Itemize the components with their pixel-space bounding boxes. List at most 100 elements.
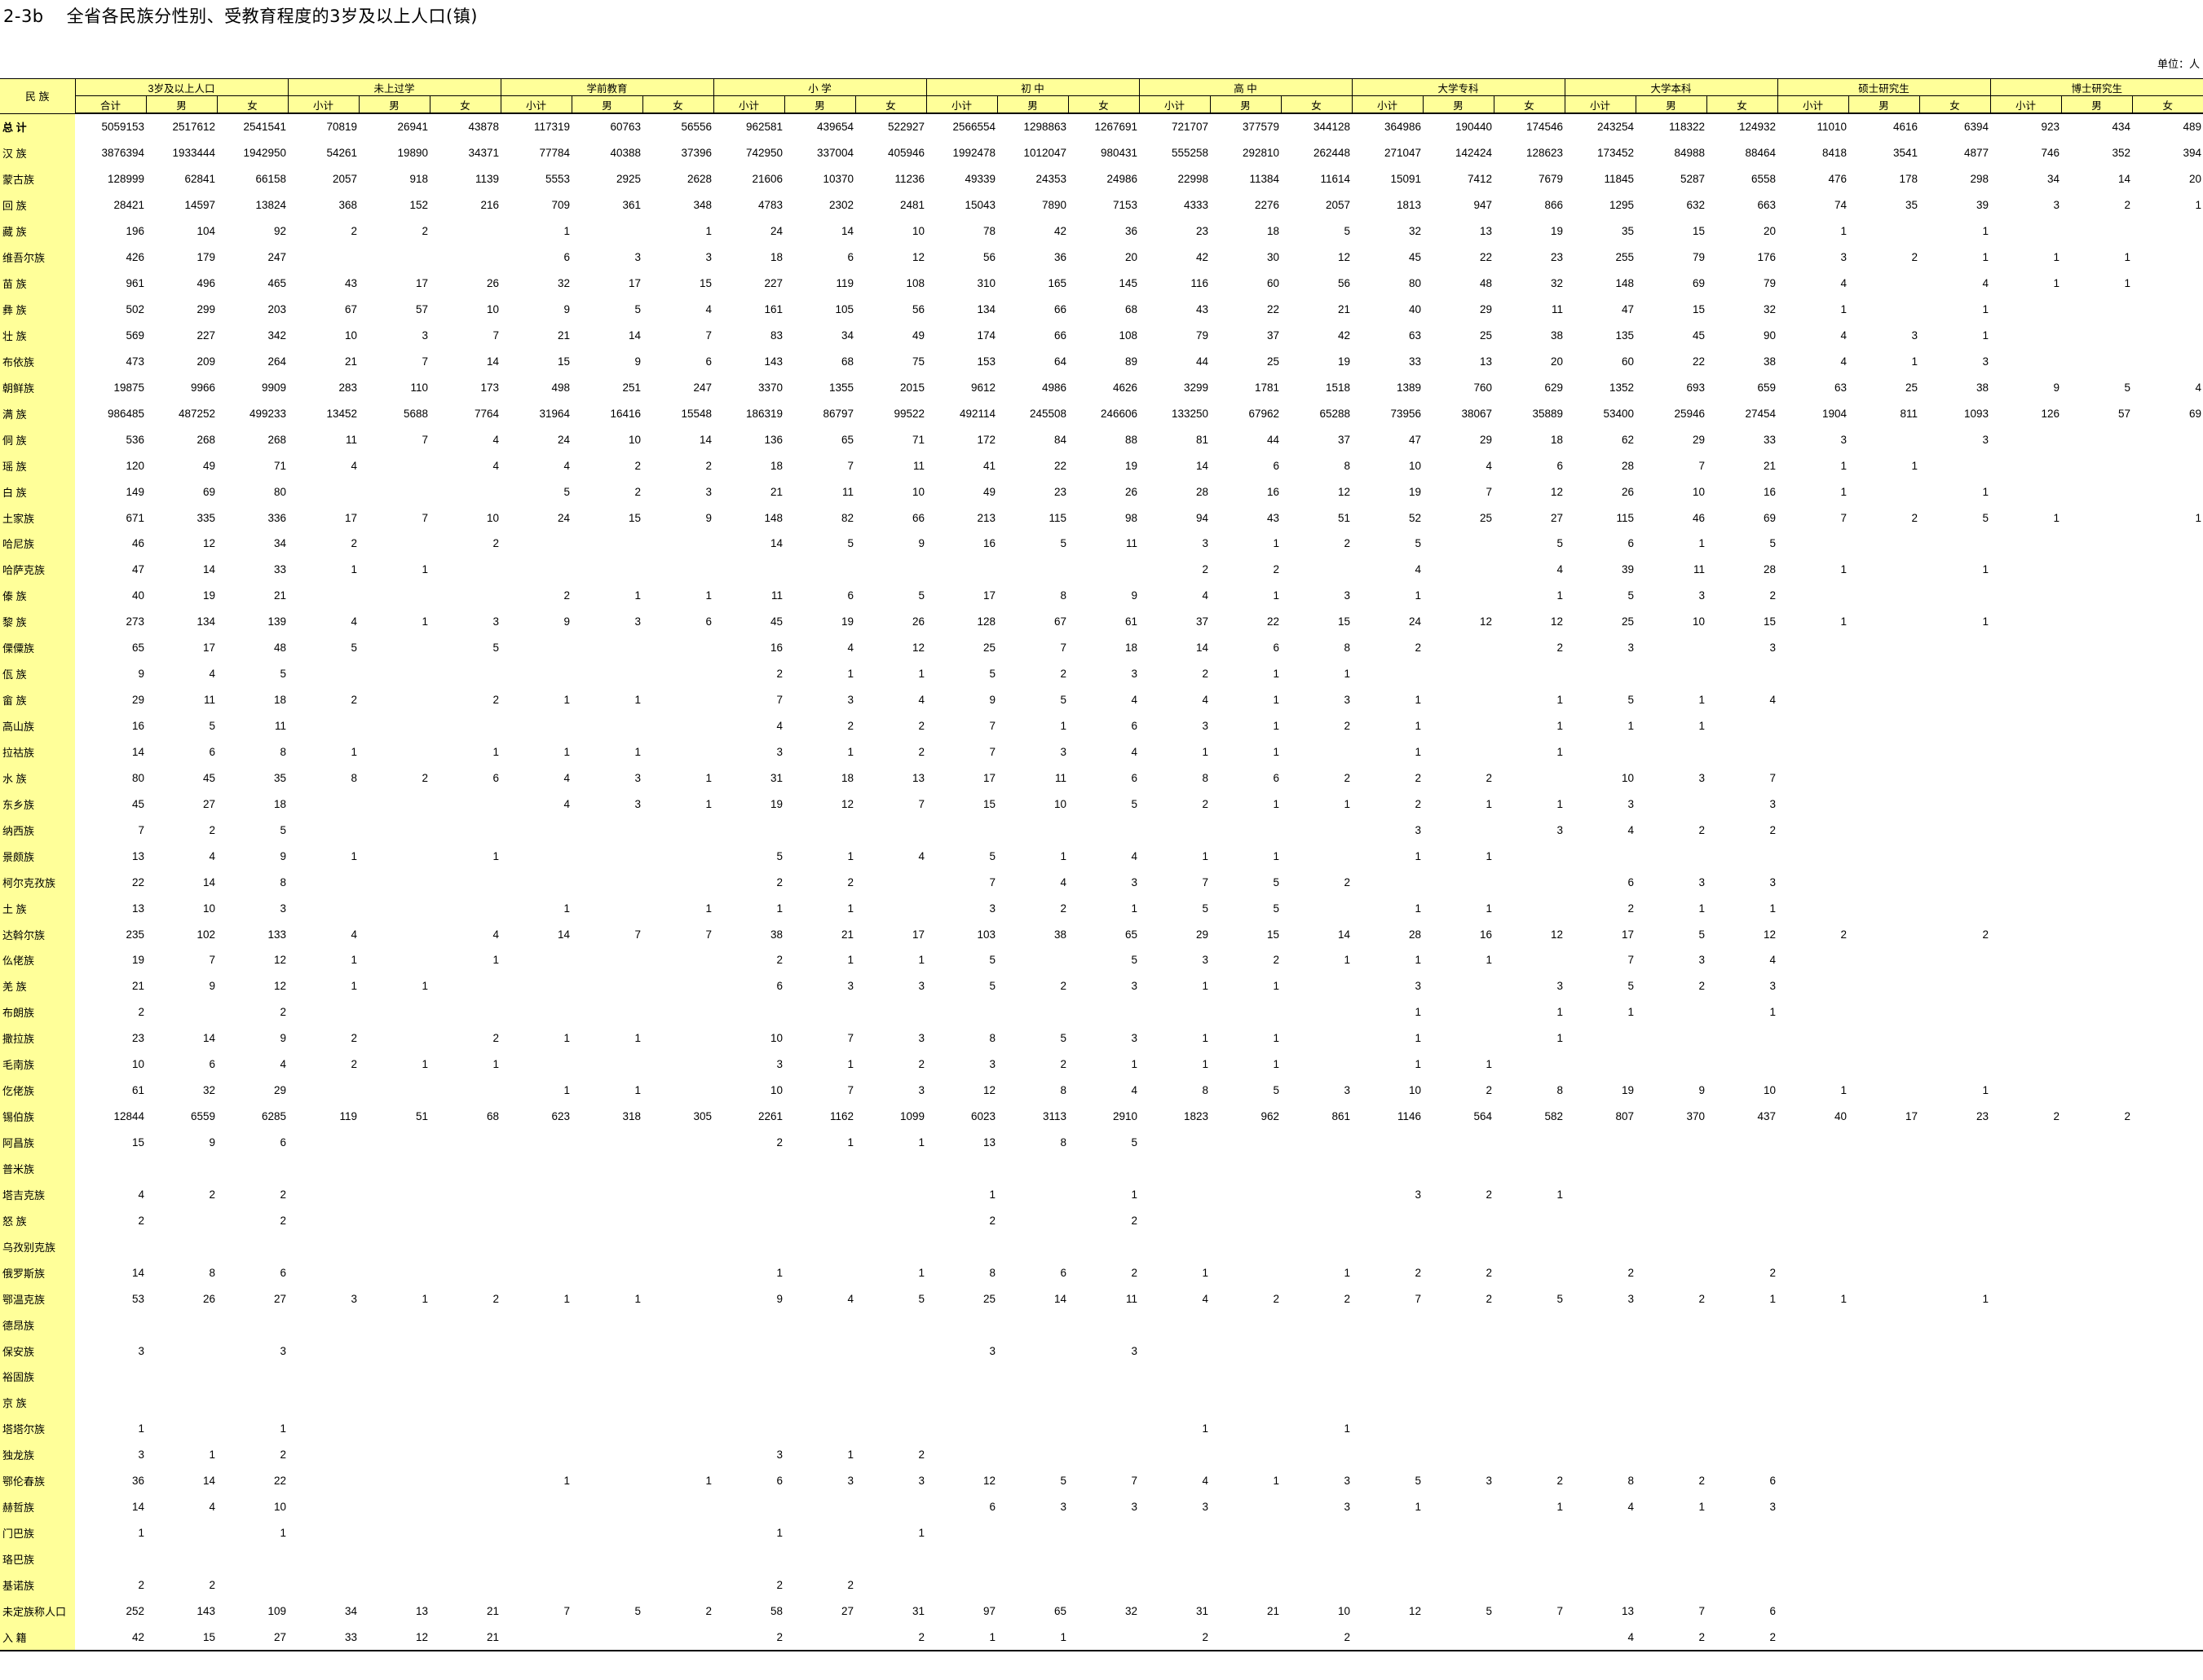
table-cell: 2 [989,1214,996,1227]
table-cell [1848,791,1919,817]
table-cell: 235 [126,928,144,941]
table-cell [1990,635,2061,661]
table-cell: 2 [847,1578,854,1591]
table-cell: 4 [1840,277,1847,290]
table-cell [2132,687,2203,713]
table-cell: 9 [1698,1084,1705,1097]
table-cell: 1 [847,1449,854,1462]
table-cell: 18 [273,797,286,810]
table-cell: 3 [918,980,925,993]
table-cell: 11 [345,433,357,446]
table-cell [1919,791,1990,817]
table-cell: 1 [2053,277,2060,290]
table-cell: 31 [770,771,783,784]
table-cell [501,1312,572,1338]
table-cell: 3 [847,1475,854,1488]
header-sub: 女 [216,95,288,114]
table-cell: 1 [1486,797,1492,810]
table-cell: 19 [841,615,854,628]
table-cell: 1 [1415,1058,1421,1071]
table-cell: 22 [1692,355,1705,368]
table-cell: 629 [1544,381,1563,394]
table-cell: 5 [209,720,215,733]
table-cell [359,1416,430,1442]
table-cell: 19 [770,797,783,810]
table-cell: 4616 [1892,121,1918,134]
table-cell: 3 [1344,694,1350,707]
table-cell [501,635,572,661]
table-cell [1848,635,1919,661]
table-cell: 3 [1627,1292,1634,1305]
table-cell: 1 [563,1084,570,1097]
table-cell [1139,999,1210,1025]
table-cell [2061,1572,2132,1598]
table-cell [2132,947,2203,973]
table-cell: 3 [1698,589,1705,602]
row-label: 鄂伦春族 [0,1467,75,1494]
table-cell: 3 [1131,1501,1137,1514]
table-cell: 2261 [757,1110,783,1123]
table-cell: 28 [1763,563,1776,576]
table-cell: 268 [267,433,286,446]
table-cell [784,1364,855,1390]
table-cell [855,1572,926,1598]
table-cell [2132,1494,2203,1520]
table-row: 毛南族 10 6 4 2 1 1 3 1 2 3 2 1 1 1 1 1 [0,1051,2203,1078]
table-cell: 2 [1202,797,1208,810]
table-cell: 3 [847,694,854,707]
table-cell [217,1233,288,1259]
table-cell [1848,1130,1919,1156]
table-cell: 5 [1060,1032,1066,1045]
table-cell [642,1390,713,1416]
table-cell: 57 [2117,407,2130,420]
table-cell: 1 [1202,980,1208,993]
table-cell [2061,478,2132,505]
table-cell: 3 [918,1084,925,1097]
row-label: 东乡族 [0,791,75,818]
table-row: 佤 族945211523211 [0,660,2203,687]
table-cell: 1 [776,1266,783,1279]
table-cell [1777,895,1848,921]
table-cell [1636,1130,1706,1156]
table-cell [501,1416,572,1442]
table-cell: 115 [1616,511,1634,524]
table-cell: 1 [563,1475,570,1488]
table-cell [1210,1416,1281,1442]
table-cell [1990,973,2061,999]
table-cell [1990,765,2061,791]
table-cell: 4 [1131,694,1137,707]
table-cell: 1 [1982,485,1989,498]
table-cell [2132,1442,2203,1468]
table-cell: 2628 [687,173,712,186]
table-cell: 7153 [1112,199,1137,212]
table-cell: 671 [126,511,144,524]
table-cell [75,1546,146,1572]
table-cell: 92 [273,225,286,238]
table-cell: 1 [1415,954,1421,967]
table-cell [572,1520,642,1546]
table-cell [501,869,572,895]
row-label: 土家族 [0,505,75,531]
table-cell: 128623 [1525,147,1563,160]
table-cell: 2 [705,459,712,472]
table-cell [2132,817,2203,843]
table-cell: 9 [776,1292,783,1305]
table-cell: 1 [847,849,854,862]
table-cell [1636,1572,1706,1598]
table-cell [1848,1572,1919,1598]
table-cell [2061,739,2132,765]
table-cell [1848,1052,1919,1078]
table-cell [1848,1364,1919,1390]
table-cell: 33 [273,563,286,576]
header-group: 大学本科 [1564,78,1777,96]
table-cell: 25946 [1674,407,1705,420]
table-cell [784,1390,855,1416]
table-cell: 555258 [1171,147,1208,160]
table-cell: 2 [492,537,499,550]
table-cell: 9 [1131,589,1137,602]
table-cell [1636,1233,1706,1259]
table-cell: 522927 [887,121,925,134]
table-cell: 109 [267,1604,286,1617]
table-cell [1777,791,1848,817]
table-cell: 19875 [113,381,144,394]
